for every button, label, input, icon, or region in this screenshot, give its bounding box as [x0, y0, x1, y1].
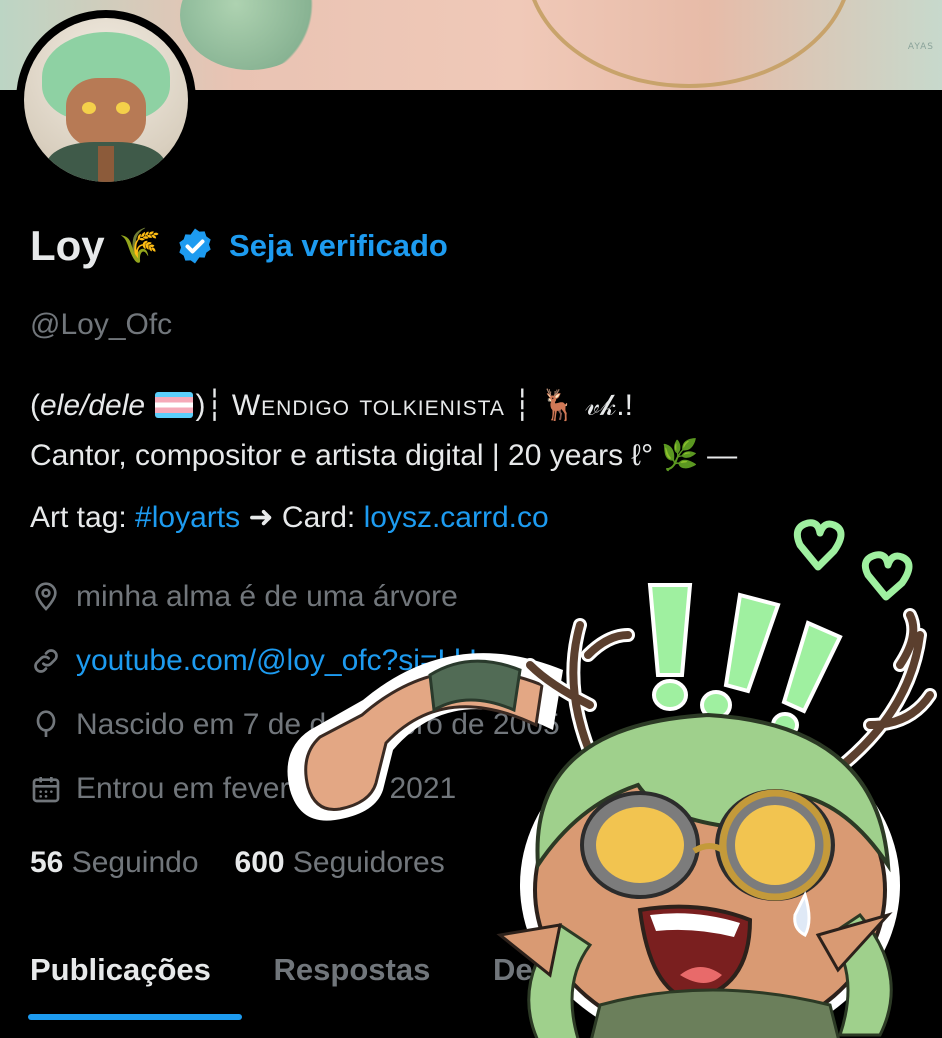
- following-link[interactable]: 56 Seguindo: [30, 846, 199, 879]
- avatar-image: [24, 18, 188, 182]
- bio-line-1: (ele/dele )┆ Wendigo tolkienista ┆ 🦌 𝓋𝓀.…: [30, 389, 633, 422]
- link-icon: [34, 649, 58, 673]
- bio-title: Wendigo tolkienista: [231, 389, 505, 422]
- following-label: Seguindo: [71, 846, 199, 879]
- hashtag-link[interactable]: #loyarts: [135, 501, 240, 534]
- display-name: Loy: [30, 222, 105, 269]
- bio-separator: ┆: [205, 389, 224, 422]
- tab-posts[interactable]: Publicações: [30, 952, 211, 988]
- verified-badge-icon[interactable]: [175, 226, 215, 266]
- following-count: 56: [30, 846, 64, 879]
- balloon-icon: [36, 710, 56, 737]
- banner-art: [180, 0, 320, 70]
- avatar[interactable]: [16, 10, 196, 190]
- trans-flag-icon: [155, 392, 194, 418]
- sticker-arm: [287, 653, 563, 821]
- active-tab-indicator: [28, 1014, 242, 1020]
- profile-handle: @Loy_Ofc: [30, 308, 173, 341]
- heart-doodle: [793, 519, 913, 601]
- banner-watermark: AYAS: [907, 42, 934, 52]
- bio-line-2: Cantor, compositor e artista digital | 2…: [30, 439, 738, 472]
- calendar-icon: [32, 777, 60, 803]
- location-icon: [35, 582, 57, 611]
- profile-name-row: Loy 🌾 Seja verificado: [30, 222, 448, 270]
- deer-character-sticker: [287, 519, 937, 1038]
- bio-tail: ┆ 🦌 𝓋𝓀.!: [513, 389, 633, 422]
- name-emoji: 🌾: [118, 226, 162, 266]
- bio-pronouns: ele/dele: [40, 389, 146, 422]
- exclamation-marks: [647, 583, 843, 738]
- banner-glasses-art: [525, 0, 853, 88]
- get-verified-link[interactable]: Seja verificado: [229, 228, 448, 264]
- bio-art-tag-label: Art tag:: [30, 501, 136, 534]
